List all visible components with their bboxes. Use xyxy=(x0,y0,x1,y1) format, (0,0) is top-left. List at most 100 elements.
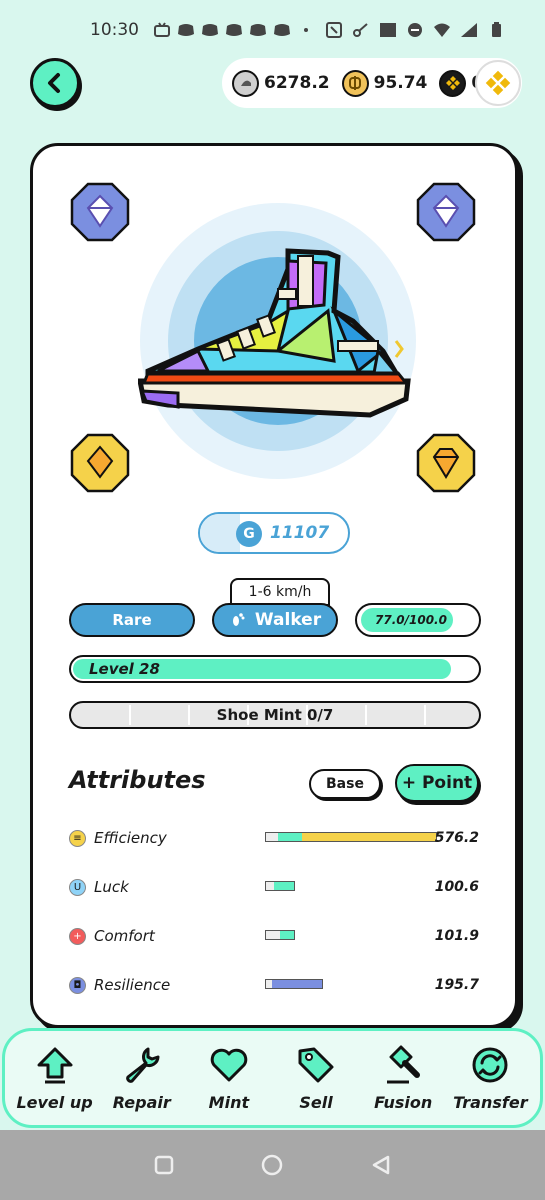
volte-icon xyxy=(380,23,396,37)
attribute-name: Comfort xyxy=(94,927,155,945)
durability-value: 77.0/100.0 xyxy=(375,613,447,627)
speed-range-tag: 1-6 km/h xyxy=(230,578,330,606)
binance-logo-icon xyxy=(485,70,511,96)
attribute-row-comfort: + Comfort 101.9 xyxy=(69,924,481,948)
gst-balance[interactable]: 6278.2 xyxy=(232,69,330,97)
base-button[interactable]: Base xyxy=(309,769,381,799)
attribute-name: Efficiency xyxy=(94,829,167,847)
attribute-name: Luck xyxy=(94,878,129,896)
efficiency-bar xyxy=(265,832,437,842)
action-label: Fusion xyxy=(374,1092,433,1112)
notification-icons xyxy=(153,22,315,38)
home-icon[interactable] xyxy=(260,1153,284,1177)
comfort-bar xyxy=(265,930,295,940)
mint-segment-divider xyxy=(365,705,367,725)
discord-notification-icon xyxy=(250,24,266,36)
transfer-button[interactable]: Transfer xyxy=(450,1045,530,1112)
sneaker-type-badge: Walker xyxy=(212,603,338,637)
system-icons xyxy=(325,22,505,38)
sneaker-card: G 11107 1-6 km/h Rare Walker 77.0/100.0 … xyxy=(30,143,518,1028)
sneaker-image[interactable] xyxy=(138,201,418,481)
attribute-row-resilience: ◘ Resilience 195.7 xyxy=(69,973,481,997)
hammer-icon xyxy=(387,1045,421,1083)
transfer-icon xyxy=(472,1047,508,1082)
status-time: 10:30 xyxy=(90,20,139,40)
level-progress-bar: Level 28 xyxy=(69,655,481,683)
attribute-value: 195.7 xyxy=(434,977,479,993)
action-label: Sell xyxy=(299,1092,333,1112)
resilience-bar xyxy=(265,979,323,989)
luck-icon: U xyxy=(69,878,86,896)
durability-fill: 77.0/100.0 xyxy=(361,608,453,632)
mint-segment-divider xyxy=(129,705,131,725)
attribute-row-luck: U Luck 100.6 xyxy=(69,875,481,899)
bnb-coin-icon xyxy=(439,69,467,97)
efficiency-icon: ≡ xyxy=(69,829,86,847)
gene-letter-icon: G xyxy=(236,521,262,547)
gst-coin-icon xyxy=(232,69,259,97)
gem-socket-resilience-icon[interactable] xyxy=(416,182,476,242)
system-nav-bar xyxy=(0,1130,545,1200)
tv-notification-icon xyxy=(154,22,170,37)
sneaker-type-label: Walker xyxy=(254,610,322,630)
discord-notification-icon xyxy=(178,24,194,36)
gmt-value: 95.74 xyxy=(373,73,428,93)
dnd-icon xyxy=(408,23,422,37)
key-icon xyxy=(353,23,368,37)
badge-fill xyxy=(200,514,240,552)
chevron-left-icon xyxy=(48,73,60,93)
gmt-balance[interactable]: 95.74 xyxy=(341,69,428,97)
mint-segment-divider xyxy=(188,705,190,725)
price-tag-icon xyxy=(298,1047,334,1082)
sneaker-id-badge: G 11107 xyxy=(198,512,350,554)
resilience-icon: ◘ xyxy=(69,976,86,994)
sneaker-id: 11107 xyxy=(270,523,330,543)
attribute-name: Resilience xyxy=(94,976,171,994)
repair-button[interactable]: Repair xyxy=(102,1045,182,1112)
add-point-button[interactable]: + Point xyxy=(395,764,479,802)
attribute-value: 576.2 xyxy=(434,830,479,846)
status-bar: 10:30 xyxy=(0,0,545,60)
action-label: Repair xyxy=(112,1092,171,1112)
gst-value: 6278.2 xyxy=(264,73,330,93)
more-dot-icon xyxy=(304,28,308,32)
wifi-icon xyxy=(434,23,450,37)
heart-icon xyxy=(210,1048,248,1081)
binance-wallet-button[interactable] xyxy=(475,60,521,106)
action-label: Level up xyxy=(16,1092,93,1112)
attribute-value: 100.6 xyxy=(434,879,479,895)
shoe-mint-bar: Shoe Mint 0/7 xyxy=(69,701,481,729)
wrench-icon xyxy=(125,1047,160,1083)
level-up-button[interactable]: Level up xyxy=(15,1045,95,1112)
discord-notification-icon xyxy=(226,24,242,36)
mint-button[interactable]: Mint xyxy=(189,1045,269,1112)
footprint-icon xyxy=(232,613,245,626)
luck-bar xyxy=(265,881,295,891)
attribute-row-efficiency: ≡ Efficiency 576.2 xyxy=(69,826,481,850)
back-nav-icon[interactable] xyxy=(370,1154,392,1176)
signal-icon xyxy=(461,23,477,37)
gem-socket-efficiency-icon[interactable] xyxy=(416,433,476,493)
level-up-icon xyxy=(37,1047,73,1083)
nfc-icon xyxy=(326,22,342,38)
comfort-icon: + xyxy=(69,927,86,945)
gem-socket-resilience-icon[interactable] xyxy=(70,182,130,242)
discord-notification-icon xyxy=(202,24,218,36)
action-label: Transfer xyxy=(453,1092,528,1112)
gmt-coin-icon xyxy=(341,69,369,97)
action-bar: Level up Repair Mint Sell Fusion Transfe… xyxy=(2,1028,543,1128)
discord-notification-icon xyxy=(274,24,290,36)
back-button[interactable] xyxy=(30,58,80,108)
quality-badge: Rare xyxy=(69,603,195,637)
mint-segment-divider xyxy=(424,705,426,725)
gem-socket-efficiency-icon[interactable] xyxy=(70,433,130,493)
recents-icon[interactable] xyxy=(153,1154,175,1176)
attributes-title: Attributes xyxy=(69,766,206,794)
action-label: Mint xyxy=(208,1092,250,1112)
fusion-button[interactable]: Fusion xyxy=(363,1045,443,1112)
level-label: Level 28 xyxy=(89,660,160,678)
attribute-value: 101.9 xyxy=(434,928,479,944)
battery-icon xyxy=(492,22,501,37)
sell-button[interactable]: Sell xyxy=(276,1045,356,1112)
shoe-mint-label: Shoe Mint 0/7 xyxy=(216,706,334,724)
